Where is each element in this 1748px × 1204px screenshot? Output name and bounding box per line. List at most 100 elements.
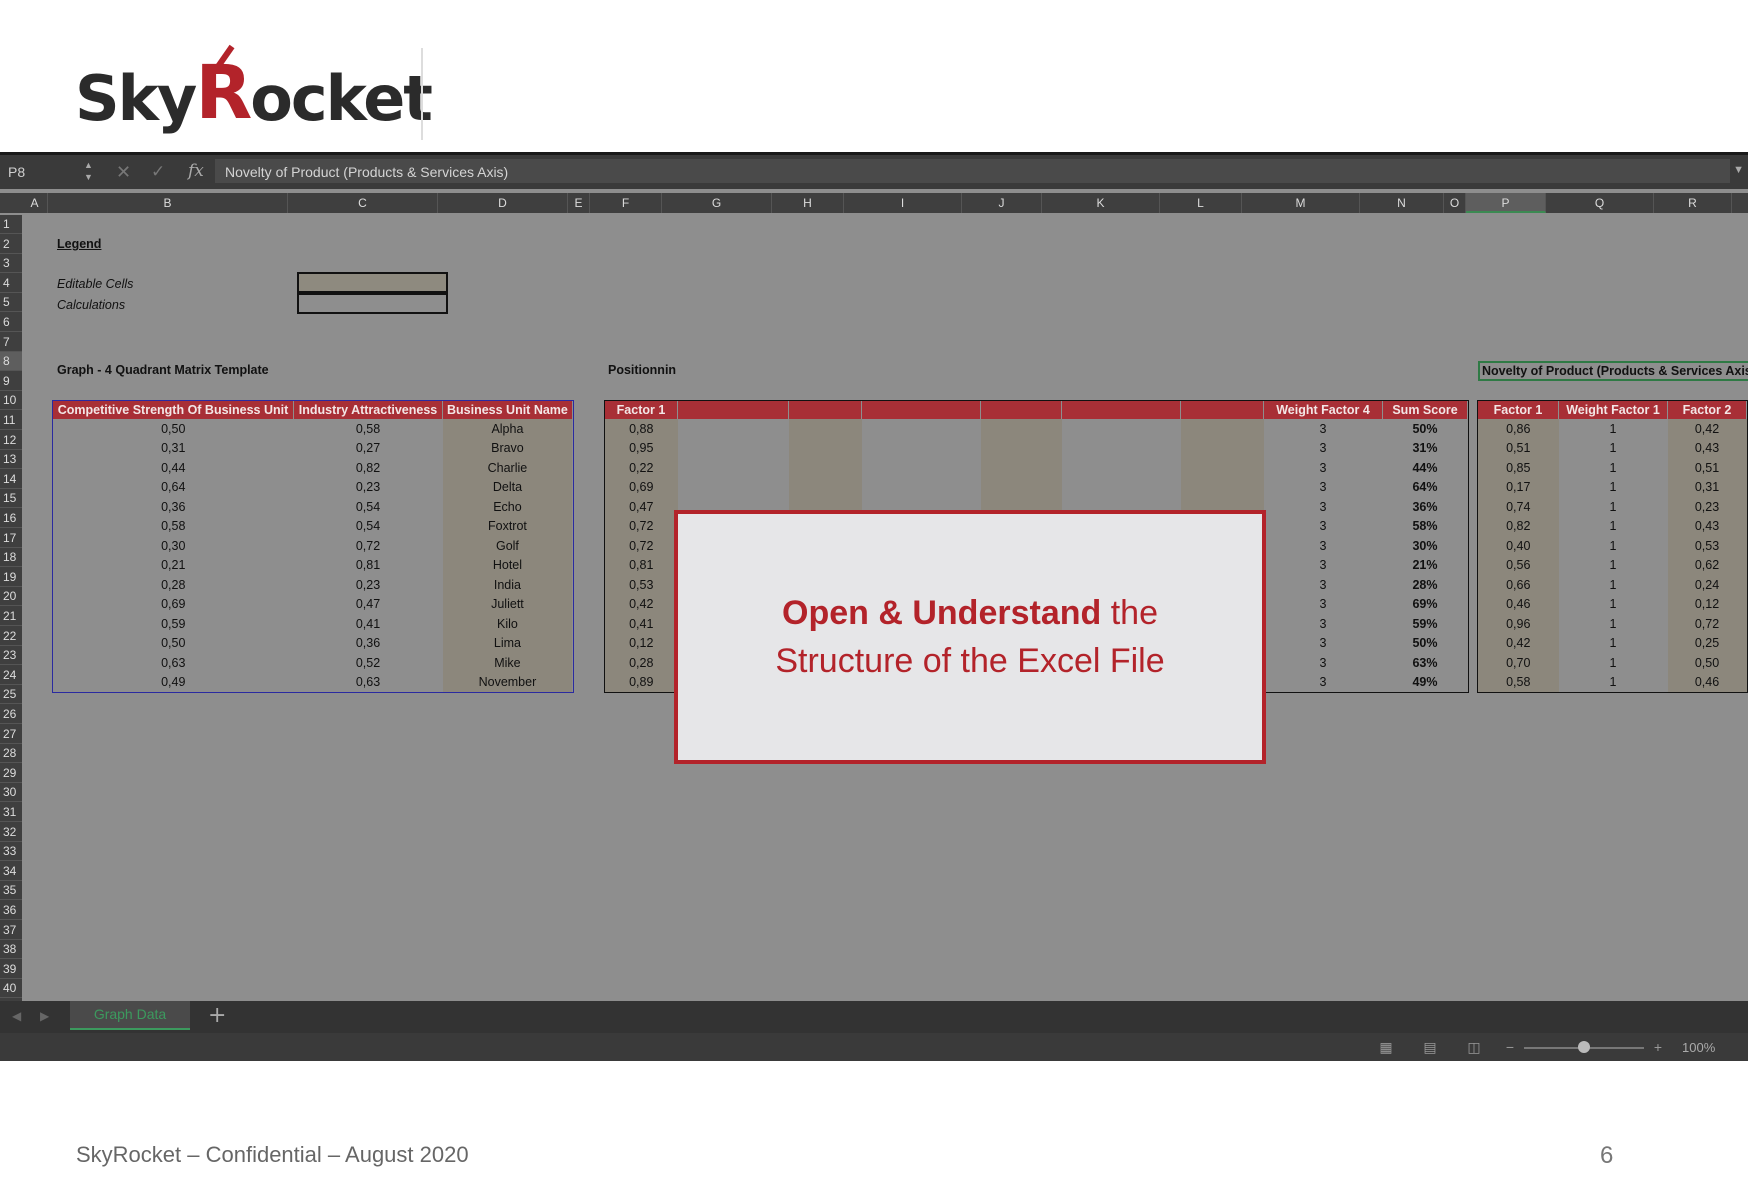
row-header-10[interactable]: 10 <box>0 391 22 411</box>
row-header-39[interactable]: 39 <box>0 960 22 979</box>
pos-cell[interactable]: 69% <box>1383 595 1468 615</box>
bu-cell[interactable]: 0,36 <box>53 497 294 517</box>
bu-cell[interactable]: 0,63 <box>53 653 294 673</box>
row-header-18[interactable]: 18 <box>0 548 22 568</box>
pos-cell[interactable] <box>1062 439 1181 459</box>
pos-cell[interactable]: 44% <box>1383 458 1468 478</box>
name-box[interactable]: P8 <box>8 164 25 180</box>
column-header-j[interactable]: J <box>962 193 1042 213</box>
pos-cell[interactable]: 3 <box>1264 497 1383 517</box>
pos-cell[interactable]: 0,22 <box>605 458 678 478</box>
bu-cell[interactable]: 0,58 <box>53 517 294 537</box>
bu-cell[interactable]: 0,64 <box>53 478 294 498</box>
row-header-31[interactable]: 31 <box>0 803 22 822</box>
bu-cell[interactable]: Lima <box>442 633 573 653</box>
pos-cell[interactable] <box>678 439 789 459</box>
bu-cell[interactable]: 0,52 <box>294 653 443 673</box>
row-header-36[interactable]: 36 <box>0 901 22 920</box>
pos-cell[interactable]: 3 <box>1264 673 1383 693</box>
formula-input[interactable]: Novelty of Product (Products & Services … <box>215 159 1730 183</box>
row-header-1[interactable]: 1 <box>0 215 22 234</box>
row-header-21[interactable]: 21 <box>0 607 22 626</box>
nov-cell[interactable]: 1 <box>1559 536 1668 556</box>
pos-cell[interactable]: 3 <box>1264 458 1383 478</box>
bu-cell[interactable]: 0,28 <box>53 575 294 595</box>
row-header-12[interactable]: 12 <box>0 431 22 450</box>
nov-cell[interactable]: 0,12 <box>1667 594 1747 614</box>
row-header-22[interactable]: 22 <box>0 627 22 646</box>
expand-formula-icon[interactable]: ▼ <box>1733 164 1744 176</box>
row-header-3[interactable]: 3 <box>0 254 22 274</box>
bu-cell[interactable]: 0,81 <box>294 556 443 576</box>
column-header-r[interactable]: R <box>1654 193 1732 213</box>
pos-cell[interactable]: 0,47 <box>605 497 678 517</box>
pos-cell[interactable] <box>788 477 862 497</box>
nov-cell[interactable]: 1 <box>1559 497 1668 517</box>
nov-cell[interactable]: 0,40 <box>1478 536 1559 556</box>
nov-cell[interactable]: 0,50 <box>1667 653 1747 673</box>
bu-cell[interactable]: 0,44 <box>53 458 294 478</box>
bu-cell[interactable]: 0,82 <box>294 458 443 478</box>
pos-cell[interactable] <box>980 477 1062 497</box>
nov-cell[interactable]: 0,46 <box>1478 594 1559 614</box>
pos-cell[interactable]: 0,81 <box>605 555 678 575</box>
row-header-11[interactable]: 11 <box>0 411 22 430</box>
row-header-25[interactable]: 25 <box>0 685 22 705</box>
pos-cell[interactable]: 0,72 <box>605 536 678 556</box>
nov-cell[interactable]: 0,58 <box>1478 672 1559 692</box>
nov-cell[interactable]: 0,23 <box>1667 497 1747 517</box>
page-layout-icon[interactable]: ▤ <box>1416 1037 1444 1057</box>
page-break-icon[interactable]: ◫ <box>1460 1037 1488 1057</box>
row-header-6[interactable]: 6 <box>0 313 22 332</box>
nov-cell[interactable]: 0,70 <box>1478 653 1559 673</box>
pos-cell[interactable]: 0,41 <box>605 614 678 634</box>
pos-cell[interactable]: 0,72 <box>605 516 678 536</box>
nov-cell[interactable]: 1 <box>1559 614 1668 634</box>
nov-cell[interactable]: 0,43 <box>1667 438 1747 458</box>
pos-cell[interactable]: 0,28 <box>605 653 678 673</box>
nov-cell[interactable]: 1 <box>1559 556 1668 576</box>
bu-cell[interactable]: 0,54 <box>294 497 443 517</box>
bu-cell[interactable]: Delta <box>442 477 573 497</box>
pos-cell[interactable]: 0,42 <box>605 594 678 614</box>
pos-cell[interactable] <box>862 458 981 478</box>
nov-cell[interactable]: 1 <box>1559 478 1668 498</box>
pos-cell[interactable]: 3 <box>1264 614 1383 634</box>
bu-cell[interactable]: 0,36 <box>294 634 443 654</box>
column-header-h[interactable]: H <box>772 193 844 213</box>
nov-cell[interactable]: 0,74 <box>1478 497 1559 517</box>
tab-graph-data[interactable]: Graph Data <box>70 1001 190 1030</box>
row-header-8[interactable]: 8 <box>0 352 22 372</box>
nov-cell[interactable]: 0,25 <box>1667 633 1747 653</box>
pos-cell[interactable]: 64% <box>1383 478 1468 498</box>
pos-cell[interactable] <box>678 458 789 478</box>
normal-view-icon[interactable]: ▦ <box>1372 1037 1400 1057</box>
bu-cell[interactable]: 0,72 <box>294 536 443 556</box>
pos-cell[interactable]: 3 <box>1264 575 1383 595</box>
nov-cell[interactable]: 1 <box>1559 595 1668 615</box>
column-header-d[interactable]: D <box>438 193 568 213</box>
nov-cell[interactable]: 1 <box>1559 673 1668 693</box>
column-header-p[interactable]: P <box>1466 193 1546 213</box>
nov-cell[interactable]: 0,51 <box>1667 458 1747 478</box>
pos-cell[interactable] <box>862 419 981 439</box>
nov-cell[interactable]: 1 <box>1559 439 1668 459</box>
nov-cell[interactable]: 0,17 <box>1478 477 1559 497</box>
pos-cell[interactable] <box>980 438 1062 458</box>
bu-cell[interactable]: 0,27 <box>294 439 443 459</box>
nov-cell[interactable]: 0,31 <box>1667 477 1747 497</box>
nov-cell[interactable]: 0,46 <box>1667 672 1747 692</box>
column-header-c[interactable]: C <box>288 193 438 213</box>
novelty-title-cell[interactable]: Novelty of Product (Products & Services … <box>1478 361 1748 381</box>
column-header-n[interactable]: N <box>1360 193 1444 213</box>
nov-cell[interactable]: 0,24 <box>1667 575 1747 595</box>
bu-cell[interactable]: November <box>442 672 573 692</box>
pos-cell[interactable] <box>980 458 1062 478</box>
column-header-g[interactable]: G <box>662 193 772 213</box>
pos-cell[interactable]: 0,69 <box>605 477 678 497</box>
bu-cell[interactable]: 0,23 <box>294 575 443 595</box>
scroll-right-icon[interactable]: ▶ <box>40 1009 49 1023</box>
pos-cell[interactable]: 28% <box>1383 575 1468 595</box>
bu-cell[interactable]: 0,50 <box>53 419 294 439</box>
bu-cell[interactable]: 0,21 <box>53 556 294 576</box>
